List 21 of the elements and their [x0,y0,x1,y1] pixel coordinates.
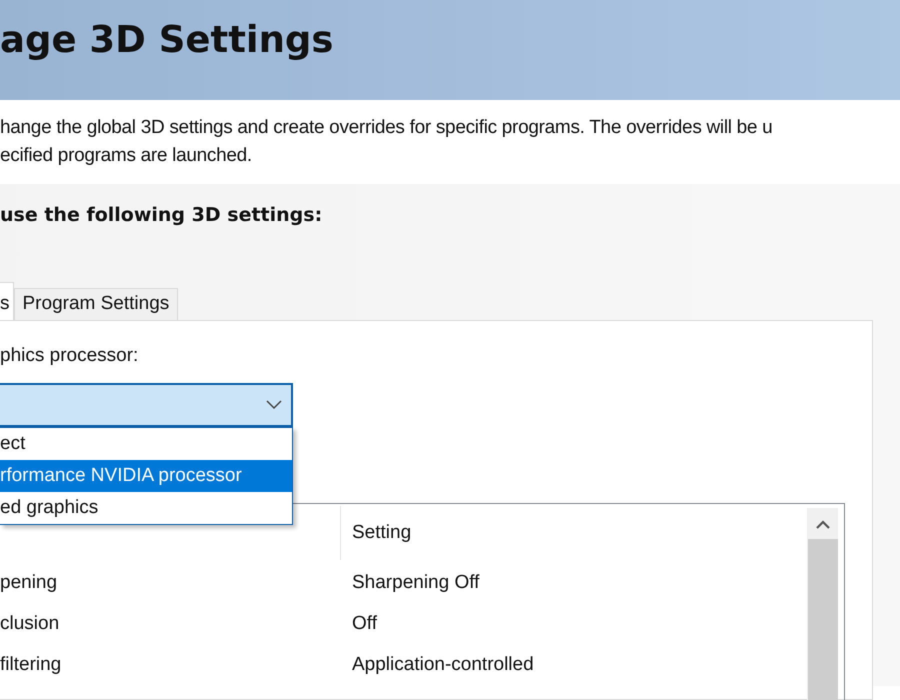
tab[interactable]: s [0,282,14,320]
section-heading: use the following 3D settings: [0,204,324,228]
table-cell-text: filtering [0,654,62,676]
description-text: ecified programs are launched. [0,144,253,168]
scrollbar[interactable] [807,508,838,700]
dropdown-option[interactable]: ect [0,428,292,460]
table-cell-text: Sharpening Off [351,572,480,594]
scroll-up-icon[interactable] [816,520,830,529]
field-label: phics processor: [0,345,140,368]
table-cell-text: Off [351,612,378,634]
table-cell-text: clusion [0,612,60,634]
chevron-down-icon [266,400,282,410]
processor-dropdown[interactable] [0,383,293,427]
table-cell-text: Application-controlled [351,654,535,676]
description-text: hange the global 3D settings and create overrides for specific programs. The overrides will be u [0,116,774,140]
scrollbar-thumb[interactable] [808,539,838,700]
dropdown-option[interactable]: ed graphics [0,492,292,524]
dropdown-option[interactable]: rformance NVIDIA processor [0,460,292,492]
table-cell-text: pening [0,572,58,594]
tab[interactable]: Program Settings [14,288,178,320]
page-title: age 3D Settings [0,18,334,60]
